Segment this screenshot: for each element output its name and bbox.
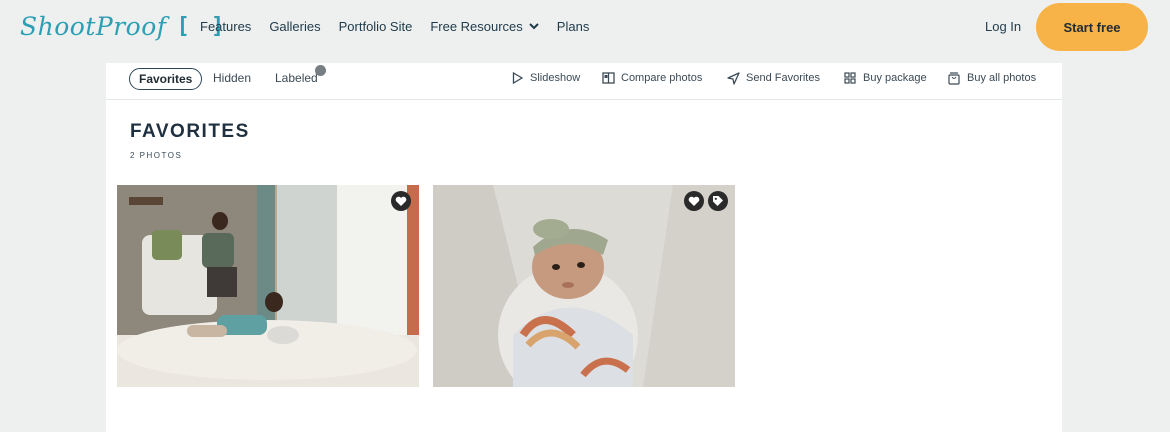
nav-portfolio-site[interactable]: Portfolio Site	[339, 19, 413, 34]
play-icon	[510, 71, 524, 85]
photo-thumbnail[interactable]	[433, 185, 735, 387]
top-nav: ShootProof [ ] Features Galleries Portfo…	[0, 0, 1170, 54]
buy-package-label: Buy package	[863, 72, 927, 84]
nav-free-resources[interactable]: Free Resources	[430, 19, 539, 34]
chevron-down-icon	[529, 22, 539, 33]
buy-package-button[interactable]: Buy package	[843, 71, 927, 85]
favorite-badge[interactable]	[684, 191, 704, 211]
tab-hidden[interactable]: Hidden	[213, 71, 251, 85]
logo-text: ShootProof	[20, 12, 167, 41]
label-badge[interactable]	[708, 191, 728, 211]
nav-free-resources-label: Free Resources	[430, 19, 523, 34]
cursor-dot	[315, 65, 326, 76]
tabs-bar: Favorites Hidden Labeled Slideshow Compa…	[106, 63, 1062, 100]
compare-photos-button[interactable]: Compare photos	[601, 71, 702, 85]
heart-icon	[688, 196, 700, 206]
logo[interactable]: ShootProof [ ]	[20, 12, 228, 41]
nav-features[interactable]: Features	[200, 19, 251, 34]
compare-photos-label: Compare photos	[621, 72, 703, 84]
tab-favorites[interactable]: Favorites	[129, 68, 203, 90]
send-favorites-button[interactable]: Send Favorites	[726, 71, 820, 85]
slideshow-label: Slideshow	[530, 72, 581, 84]
shopping-bag-icon	[947, 71, 961, 85]
photo-image	[433, 185, 735, 387]
tab-labeled[interactable]: Labeled	[275, 71, 318, 85]
buy-all-photos-label: Buy all photos	[967, 72, 1037, 84]
nav-links: Features Galleries Portfolio Site Free R…	[200, 19, 607, 34]
photo-thumbnail[interactable]	[117, 185, 419, 387]
send-icon	[726, 71, 740, 85]
heart-icon	[395, 196, 407, 206]
login-link[interactable]: Log In	[985, 19, 1021, 34]
page-title: FAVORITES	[130, 121, 250, 142]
nav-plans[interactable]: Plans	[557, 19, 590, 34]
photo-count: 2 PHOTOS	[130, 151, 183, 160]
package-icon	[843, 71, 857, 85]
compare-icon	[601, 71, 615, 85]
slideshow-button[interactable]: Slideshow	[510, 71, 580, 85]
send-favorites-label: Send Favorites	[746, 72, 820, 84]
tag-icon	[713, 196, 723, 206]
favorites-panel: Favorites Hidden Labeled Slideshow Compa…	[106, 63, 1062, 432]
favorite-badge[interactable]	[391, 191, 411, 211]
nav-galleries[interactable]: Galleries	[269, 19, 320, 34]
buy-all-photos-button[interactable]: Buy all photos	[947, 71, 1036, 85]
start-free-button[interactable]: Start free	[1036, 3, 1148, 51]
photo-image	[117, 185, 419, 387]
